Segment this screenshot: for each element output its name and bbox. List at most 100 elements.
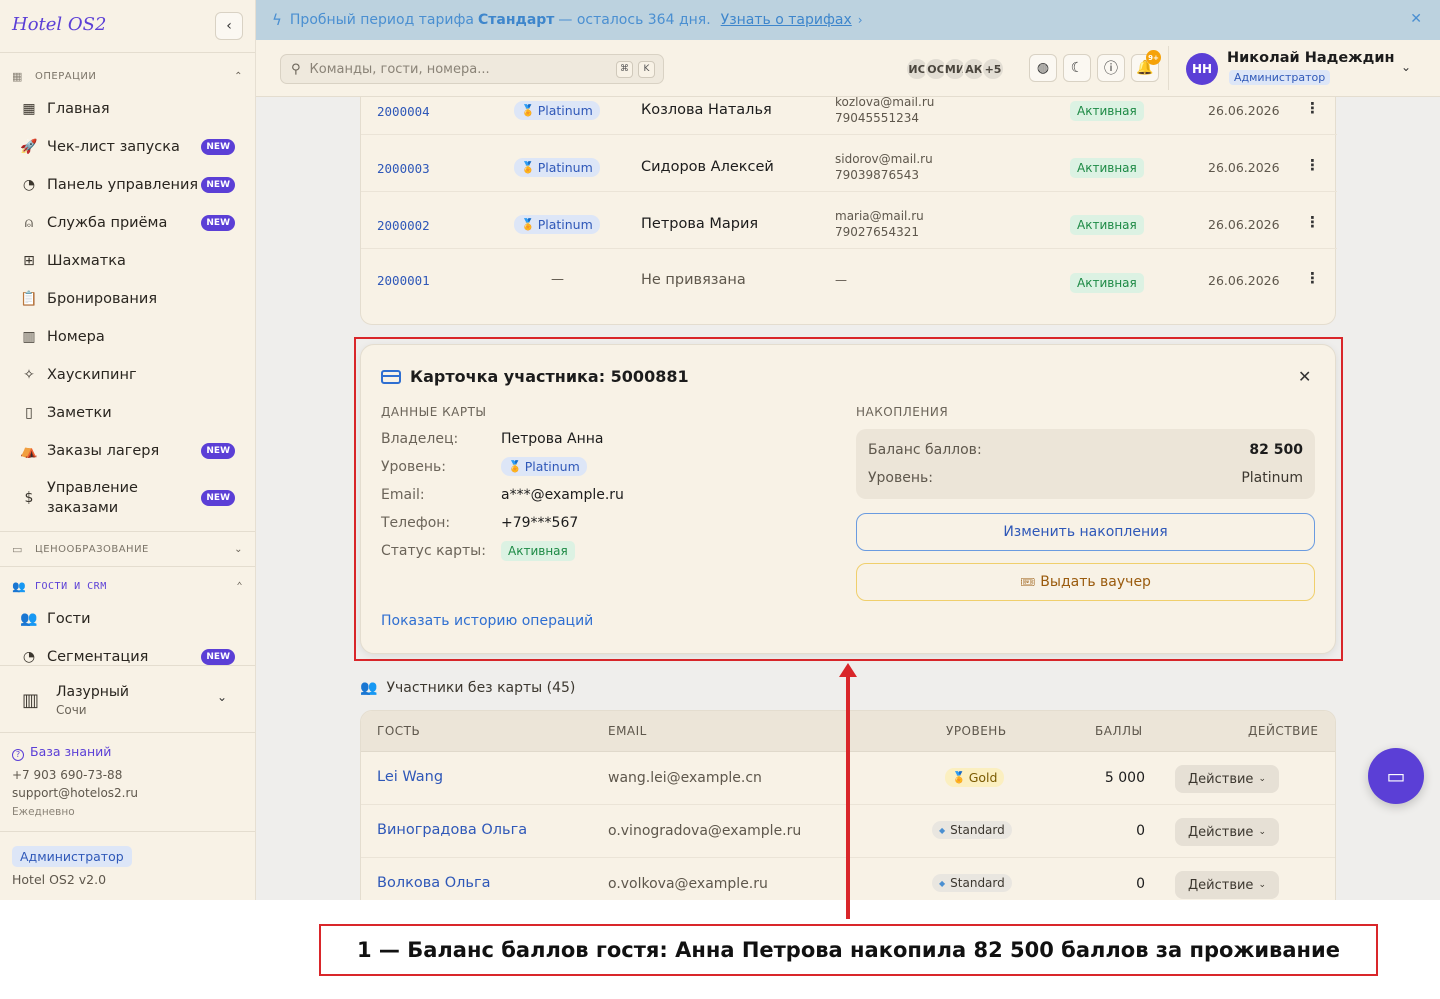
sidebar-item-chessboard[interactable]: ⊞ Шахматка — [12, 245, 244, 277]
member-card-title-text: Карточка участника: 5000881 — [410, 367, 689, 386]
email-value: a***@example.ru — [501, 487, 624, 503]
new-badge: NEW — [201, 215, 235, 231]
sidebar-item-label: Заметки — [47, 405, 112, 421]
action-dropdown[interactable]: Действие ⌄ — [1175, 871, 1279, 899]
support-email[interactable]: support@hotelos2.ru — [12, 786, 138, 800]
app-window: Hotel OS2 ‹ ▦ ОПЕРАЦИИ ⌃ ▦ Главная 🚀 Чек… — [0, 0, 1440, 900]
medal-icon: 🏅 — [508, 460, 522, 473]
online-users[interactable]: ИС ОС МИ АК +5 — [905, 57, 1005, 81]
table-row[interactable]: 2000003 🏅 Platinum Сидоров Алексей sidoro… — [361, 135, 1337, 192]
help-button[interactable]: ⓘ — [1097, 54, 1125, 82]
column-header[interactable]: БАЛЛЫ — [1095, 724, 1143, 738]
column-header[interactable]: ГОСТЬ — [377, 724, 420, 738]
show-history-link[interactable]: Показать историю операций — [381, 613, 593, 629]
more-vertical-icon[interactable]: ⋮ — [1305, 269, 1320, 287]
table-row[interactable]: 2000002 🏅 Platinum Петрова Мария maria@ma… — [361, 192, 1337, 249]
field-label: Статус карты: — [381, 543, 486, 559]
card-number[interactable]: 2000001 — [377, 273, 430, 288]
action-dropdown[interactable]: Действие ⌄ — [1175, 818, 1279, 846]
date-cell: 26.06.2026 — [1208, 217, 1280, 232]
sidebar-item-guests[interactable]: 👥 Гости — [12, 603, 244, 635]
action-label: Действие — [1188, 877, 1254, 893]
sidebar-item-label: Номера — [47, 329, 105, 345]
sidebar-item-rooms[interactable]: ▥ Номера — [12, 321, 244, 353]
chevron-right-icon: › — [857, 13, 863, 27]
search-input[interactable]: ⚲ Команды, гости, номера... ⌘ K — [280, 54, 664, 84]
date-cell: 26.06.2026 — [1208, 160, 1280, 175]
sidebar-item-housekeeping[interactable]: ✧ Хаускипинг — [12, 359, 244, 391]
more-vertical-icon[interactable]: ⋮ — [1305, 213, 1320, 231]
sidebar-item-control-panel[interactable]: ◔ Панель управления NEW — [12, 169, 244, 201]
chat-icon: ▭ — [1386, 764, 1406, 788]
brand-logo[interactable]: Hotel OS2 — [12, 14, 106, 35]
guest-link[interactable]: Lei Wang — [377, 769, 443, 785]
gauge-icon: ◔ — [22, 177, 36, 193]
chevron-down-icon: ⌄ — [234, 543, 243, 555]
diamond-icon: ◆ — [939, 825, 946, 835]
status-badge: Активная — [1070, 158, 1144, 178]
user-avatar[interactable]: НН — [1186, 53, 1218, 85]
search-icon: ⚲ — [291, 61, 301, 77]
sidebar-item-bookings[interactable]: 📋 Бронирования — [12, 283, 244, 315]
section-label: ГОСТИ И CRM — [35, 580, 107, 592]
sidebar-item-home[interactable]: ▦ Главная — [12, 93, 244, 125]
member-card-title: Карточка участника: 5000881 — [381, 367, 689, 386]
sidebar-item-camp-orders[interactable]: ⛺ Заказы лагеря NEW — [12, 435, 244, 467]
support-phone[interactable]: +7 903 690-73-88 — [12, 768, 122, 782]
close-icon[interactable]: ✕ — [1298, 367, 1311, 386]
table-row[interactable]: 2000001 — Не привязана — Активная 26.06.… — [361, 249, 1337, 306]
new-badge: NEW — [201, 443, 235, 459]
chevron-down-icon: ⌄ — [217, 690, 228, 704]
column-header[interactable]: УРОВЕНЬ — [946, 724, 1007, 738]
moon-icon: ☾ — [1070, 60, 1084, 76]
annotation-arrow — [846, 676, 850, 919]
dark-mode-button[interactable]: ☾ — [1063, 54, 1091, 82]
owner-phone: 79027654321 — [835, 225, 919, 239]
tier-label: Platinum — [537, 103, 593, 118]
annotation-caption: 1 — Баланс баллов гостя: Анна Петрова на… — [319, 924, 1378, 976]
clipboard-icon: 📋 — [20, 291, 38, 307]
guest-link[interactable]: Волкова Ольга — [377, 875, 491, 891]
level-label: Уровень: — [868, 470, 933, 486]
sidebar-item-launch-checklist[interactable]: 🚀 Чек-лист запуска NEW — [12, 131, 244, 163]
more-vertical-icon[interactable]: ⋮ — [1305, 156, 1320, 174]
chevron-up-icon: ⌃ — [236, 580, 243, 592]
hotel-selector[interactable]: ▥ Лазурный Сочи ⌄ — [0, 665, 255, 733]
table-row[interactable]: 2000004 🏅 Platinum Козлова Наталья kozlov… — [361, 97, 1337, 135]
knowledge-base-link[interactable]: ? База знаний — [12, 744, 111, 761]
more-vertical-icon[interactable]: ⋮ — [1305, 99, 1320, 117]
guest-link[interactable]: Виноградова Ольга — [377, 822, 527, 838]
chevron-down-icon[interactable]: ⌄ — [1401, 60, 1411, 74]
theme-palette-button[interactable]: ◍ — [1029, 54, 1057, 82]
column-header[interactable]: EMAIL — [608, 724, 647, 738]
card-number[interactable]: 2000003 — [377, 161, 430, 176]
action-dropdown[interactable]: Действие ⌄ — [1175, 765, 1279, 793]
divider — [0, 52, 255, 53]
owner-phone: 79039876543 — [835, 168, 919, 182]
section-operations[interactable]: ▦ ОПЕРАЦИИ ⌃ — [12, 67, 243, 85]
member-card-panel: Карточка участника: 5000881 ✕ ДАННЫЕ КАР… — [360, 344, 1336, 654]
grid-icon: ⊞ — [23, 253, 35, 269]
column-header: ДЕЙСТВИЕ — [1248, 724, 1319, 738]
user-name[interactable]: Николай Надеждин — [1227, 50, 1395, 66]
sidebar-item-label: Хаускипинг — [47, 367, 137, 383]
search-placeholder: Команды, гости, номера... — [309, 61, 490, 77]
card-number[interactable]: 2000004 — [377, 104, 430, 119]
tier-badge: ◆ Standard — [932, 821, 1012, 839]
close-icon[interactable]: ✕ — [1410, 11, 1422, 27]
edit-points-button[interactable]: Изменить накопления — [856, 513, 1315, 551]
section-pricing[interactable]: ▭ ЦЕНООБРАЗОВАНИЕ ⌄ — [12, 540, 243, 558]
medal-icon: 🏅 — [521, 104, 535, 117]
status-badge: Активная — [1070, 101, 1144, 121]
accumulations-heading: НАКОПЛЕНИЯ — [856, 405, 949, 419]
card-number[interactable]: 2000002 — [377, 218, 430, 233]
section-guests-crm[interactable]: 👥 ГОСТИ И CRM ⌃ — [12, 577, 243, 595]
sidebar-item-order-management[interactable]: $ Управление заказами NEW — [12, 476, 244, 520]
sidebar-item-front-desk[interactable]: ⍝ Служба приёма NEW — [12, 207, 244, 239]
chat-button[interactable]: ▭ — [1368, 748, 1424, 804]
tariffs-link[interactable]: Узнать о тарифах — [721, 12, 852, 28]
divider — [1168, 46, 1169, 90]
issue-voucher-button[interactable]: 🎟 Выдать ваучер — [856, 563, 1315, 601]
collapse-sidebar-button[interactable]: ‹ — [215, 12, 243, 40]
sidebar-item-notes[interactable]: ▯ Заметки — [12, 397, 244, 429]
